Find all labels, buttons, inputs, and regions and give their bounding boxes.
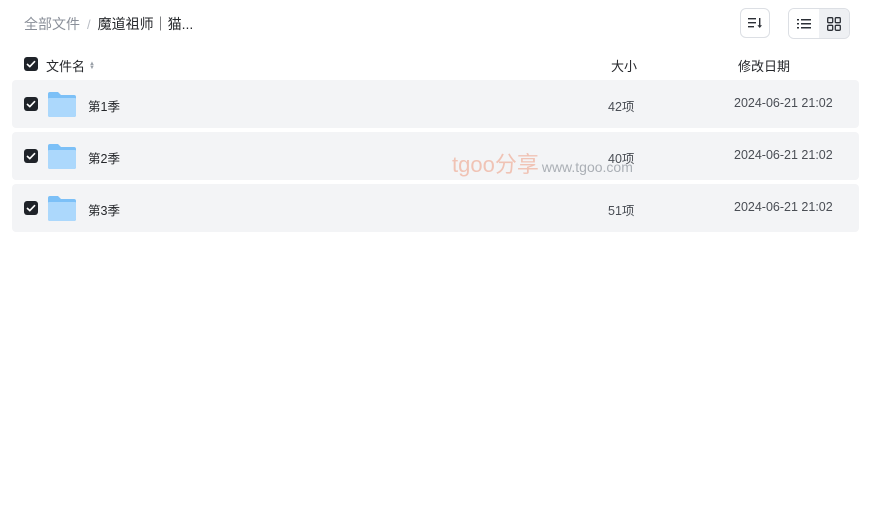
sort-arrows-icon[interactable]: ▲ ▼ [89,61,95,71]
file-browser-page: 全部文件 / 魔道祖师｜猫... 文件名 ▲ ▼ 大小 修改日期 第1季 42项… [0,0,874,514]
row-name[interactable]: 第2季 [88,148,120,167]
sort-button[interactable] [740,8,770,38]
row-size: 40项 [608,152,635,166]
row-checkbox[interactable] [24,97,38,111]
folder-icon [48,196,76,221]
sort-list-icon [748,18,762,28]
column-header-size: 大小 [611,59,638,74]
folder-icon [48,144,76,169]
column-header-name-label: 文件名 [46,59,86,74]
list-view-icon [797,18,811,28]
breadcrumb: 全部文件 / 魔道祖师｜猫... [24,14,193,34]
list-view-button[interactable] [789,9,819,38]
table-header: 文件名 ▲ ▼ 大小 修改日期 [12,52,859,76]
table-row[interactable]: 第2季 40项 2024-06-21 21:02 [12,132,859,180]
breadcrumb-separator: / [87,16,91,32]
grid-view-icon [827,16,841,31]
column-header-date: 修改日期 [738,59,791,74]
checkmark-icon [26,204,36,212]
row-size: 51项 [608,204,635,218]
table-row[interactable]: 第3季 51项 2024-06-21 21:02 [12,184,859,232]
checkmark-icon [26,100,36,108]
grid-view-button[interactable] [819,9,849,38]
row-checkbox[interactable] [24,201,38,215]
breadcrumb-root-link[interactable]: 全部文件 [24,14,80,34]
checkmark-icon [26,60,36,68]
row-size: 42项 [608,100,635,114]
table-row[interactable]: 第1季 42项 2024-06-21 21:02 [12,80,859,128]
column-header-name[interactable]: 文件名 ▲ ▼ [46,56,95,75]
folder-icon [48,92,76,117]
row-name[interactable]: 第3季 [88,200,120,219]
checkmark-icon [26,152,36,160]
row-date: 2024-06-21 21:02 [734,96,833,110]
select-all-checkbox[interactable] [24,57,38,71]
row-checkbox[interactable] [24,149,38,163]
row-date: 2024-06-21 21:02 [734,200,833,214]
row-name[interactable]: 第1季 [88,96,120,115]
breadcrumb-current: 魔道祖师｜猫... [97,16,194,32]
row-date: 2024-06-21 21:02 [734,148,833,162]
view-toggle [788,8,850,39]
